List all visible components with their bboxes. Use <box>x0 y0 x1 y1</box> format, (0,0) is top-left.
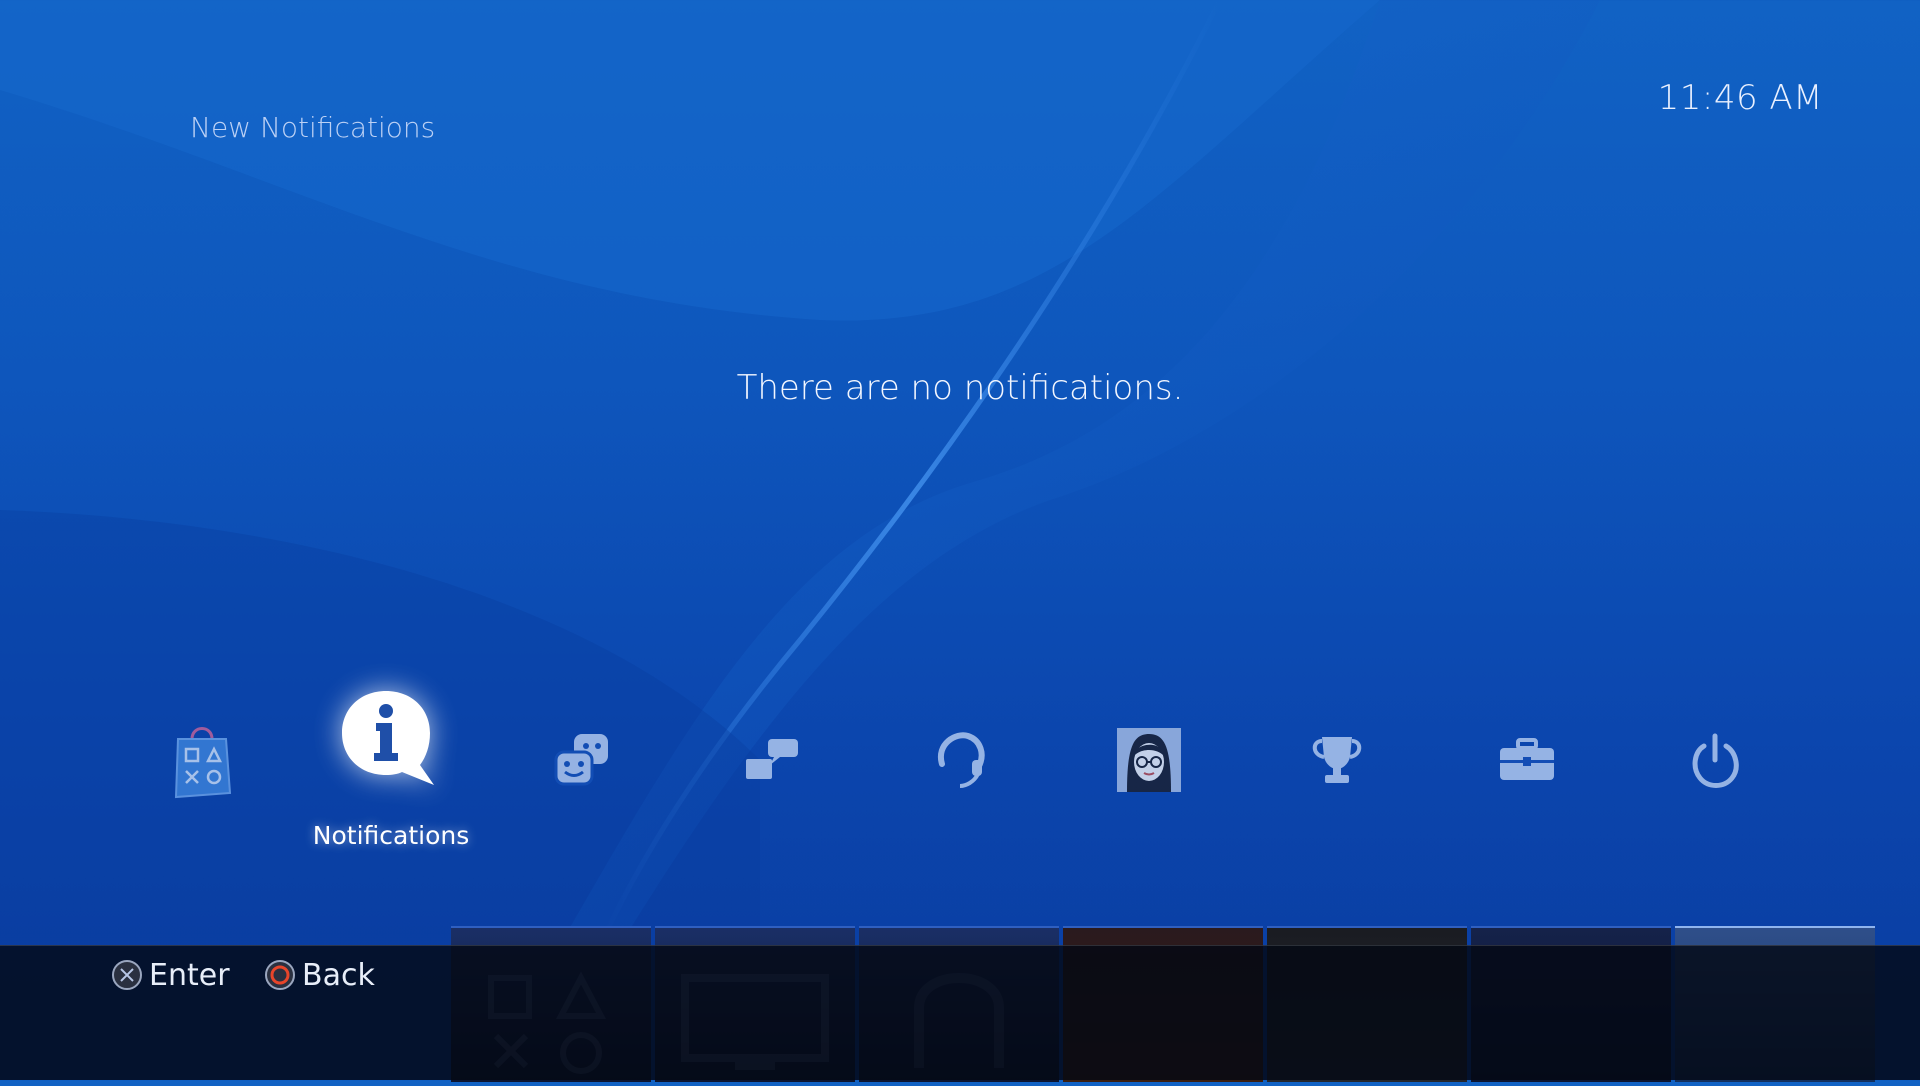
function-item-settings[interactable] <box>1452 680 1602 850</box>
empty-notifications-message: There are no notifications. <box>736 368 1184 408</box>
function-item-party[interactable] <box>885 680 1035 850</box>
function-item-notifications[interactable]: Notifications <box>312 680 470 850</box>
function-item-profile[interactable] <box>1074 680 1224 850</box>
hint-enter-label: Enter <box>149 957 230 993</box>
function-item-friends[interactable] <box>507 680 657 850</box>
function-item-playstation-store[interactable] <box>127 680 277 850</box>
avatar <box>1109 720 1189 800</box>
messages-icon <box>732 720 812 800</box>
circle-icon <box>265 960 295 990</box>
function-item-power[interactable] <box>1640 680 1790 850</box>
hint-back: Back <box>264 955 375 995</box>
toolbox-icon <box>1487 720 1567 800</box>
cross-icon <box>112 960 142 990</box>
friends-icon <box>542 720 622 800</box>
section-title: New Notifications <box>190 111 436 144</box>
headset-icon <box>920 720 1000 800</box>
notifications-icon <box>331 680 451 799</box>
hint-enter: Enter <box>111 955 230 995</box>
function-item-label: Notifications <box>312 821 470 850</box>
playstation-store-icon <box>162 720 242 800</box>
power-icon <box>1675 720 1755 800</box>
clock: 11:46 AM <box>1657 78 1823 118</box>
function-item-trophies[interactable] <box>1262 680 1412 850</box>
trophy-icon <box>1297 720 1377 800</box>
function-item-messages[interactable] <box>697 680 847 850</box>
hint-back-label: Back <box>302 957 375 993</box>
function-bar: Notifications <box>0 680 1920 850</box>
